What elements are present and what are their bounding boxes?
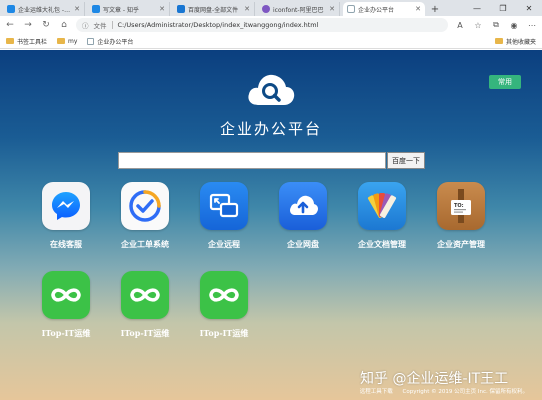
bookmarks-bar: 书签工具栏 my 企业办公平台 其他收藏夹: [0, 34, 542, 49]
search-button[interactable]: 百度一下: [387, 152, 425, 169]
page-content: 常用 企业办公平台 百度一下 在线客服 企业工单系统 企业远程 企业网盘 企业文…: [0, 50, 542, 400]
back-icon[interactable]: ←: [4, 19, 16, 31]
app-label: 企业文档管理: [358, 239, 406, 249]
app-label: 企业网盘: [287, 239, 319, 249]
profile-icon[interactable]: ◉: [508, 19, 520, 31]
address-bar: ← → ↻ ⌂ ⓘ 文件 C:/Users/Administrator/Desk…: [0, 16, 542, 34]
app-label: 企业远程: [208, 239, 240, 249]
url-divider: [111, 21, 113, 29]
app-ticket-system[interactable]: 企业工单系统: [110, 182, 180, 250]
read-aloud-icon[interactable]: A: [454, 19, 466, 31]
tab-favicon-icon: [177, 5, 185, 13]
app-document-management[interactable]: 企业文档管理: [347, 182, 417, 250]
tab-title: iconfont-阿里巴巴: [273, 6, 324, 14]
common-button[interactable]: 常用: [489, 75, 521, 89]
favorite-star-icon[interactable]: ☆: [472, 19, 484, 31]
bookmark-label: 书签工具栏: [17, 38, 48, 46]
app-label: ITop-IT运维: [199, 328, 249, 338]
tab-3[interactable]: iconfont-阿里巴巴 ✕: [258, 2, 340, 16]
app-label: 企业工单系统: [121, 239, 169, 249]
page-favicon-icon: [87, 37, 95, 45]
minimize-button[interactable]: —: [464, 0, 490, 16]
folder-icon: [6, 38, 14, 44]
app-label: ITop-IT运维: [120, 328, 170, 338]
close-icon[interactable]: ✕: [159, 5, 165, 13]
footer-download-link[interactable]: 远程工具下载: [360, 389, 393, 395]
messenger-icon[interactable]: [42, 182, 90, 230]
close-window-button[interactable]: ✕: [516, 0, 542, 16]
bookmark-label: 企业办公平台: [97, 38, 134, 46]
infinity-icon[interactable]: [121, 271, 169, 319]
tab-4[interactable]: 企业办公平台 ✕: [343, 2, 425, 16]
app-remote[interactable]: 企业远程: [189, 182, 259, 250]
search-input[interactable]: [118, 152, 386, 169]
new-tab-button[interactable]: +: [428, 2, 442, 16]
app-itop-2[interactable]: ITop-IT运维: [110, 271, 180, 339]
folder-icon: [494, 38, 503, 44]
color-palette-icon[interactable]: [358, 182, 406, 230]
close-icon[interactable]: ✕: [415, 5, 421, 13]
close-icon[interactable]: ✕: [244, 5, 250, 13]
todo-check-icon[interactable]: [121, 182, 169, 230]
other-bookmarks-folder[interactable]: 其他收藏夹: [494, 37, 536, 46]
tab-favicon-icon: [7, 5, 15, 13]
tab-0[interactable]: 企业运维大礼包 - 知 ✕: [3, 2, 85, 16]
close-icon[interactable]: ✕: [74, 5, 80, 13]
bookmark-my-folder[interactable]: my: [57, 38, 77, 45]
tab-2[interactable]: 百度网盘-全部文件 ✕: [173, 2, 255, 16]
cloud-upload-icon[interactable]: [279, 182, 327, 230]
cloud-search-logo-icon: [248, 74, 295, 105]
collections-icon[interactable]: ⧉: [490, 19, 502, 31]
app-asset-management[interactable]: TO: 企业资产管理: [426, 182, 496, 250]
close-icon[interactable]: ✕: [329, 5, 335, 13]
package-icon[interactable]: TO:: [437, 182, 485, 230]
forward-icon[interactable]: →: [22, 19, 34, 31]
tab-title: 写文章 - 知乎: [103, 6, 139, 14]
infinity-icon[interactable]: [200, 271, 248, 319]
screen-share-icon[interactable]: [200, 182, 248, 230]
tab-1[interactable]: 写文章 - 知乎 ✕: [88, 2, 170, 16]
page-title: 企业办公平台: [219, 120, 322, 138]
app-label: 企业资产管理: [437, 239, 485, 249]
bookmark-label: 其他收藏夹: [505, 38, 536, 46]
tab-title: 百度网盘-全部文件: [188, 6, 239, 14]
page-favicon-icon: [347, 5, 355, 13]
folder-icon: [57, 38, 66, 44]
app-online-service[interactable]: 在线客服: [31, 182, 101, 250]
tab-strip: 企业运维大礼包 - 知 ✕ 写文章 - 知乎 ✕ 百度网盘-全部文件 ✕ ico…: [0, 0, 542, 16]
maximize-button[interactable]: ❐: [490, 0, 516, 16]
bookmark-toolbar-folder[interactable]: 书签工具栏: [6, 37, 47, 46]
app-label: ITop-IT运维: [41, 328, 91, 338]
bookmark-platform[interactable]: 企业办公平台: [87, 37, 133, 46]
zhihu-watermark: 知乎 @企业运维-IT王工: [360, 371, 509, 387]
footer: 远程工具下载 Copyright © 2019 公司主页 Inc. 保留所有权利…: [0, 387, 542, 395]
tab-title: 企业运维大礼包 - 知: [18, 6, 72, 14]
more-menu-icon[interactable]: ⋯: [526, 19, 538, 31]
refresh-icon[interactable]: ↻: [40, 19, 52, 31]
svg-text:TO:: TO:: [454, 203, 464, 209]
file-label: 文件: [93, 22, 107, 30]
app-cloud-drive[interactable]: 企业网盘: [268, 182, 338, 250]
app-itop-3[interactable]: ITop-IT运维: [189, 271, 259, 339]
url-field[interactable]: ⓘ 文件 C:/Users/Administrator/Desktop/inde…: [76, 18, 448, 32]
infinity-icon[interactable]: [42, 271, 90, 319]
window-controls: — ❐ ✕: [464, 0, 542, 16]
tab-favicon-icon: [92, 5, 100, 13]
info-icon[interactable]: ⓘ: [82, 20, 89, 30]
bookmark-label: my: [68, 37, 78, 45]
url-text[interactable]: C:/Users/Administrator/Desktop/index_itw…: [118, 21, 319, 29]
tab-title: 企业办公平台: [358, 6, 395, 14]
app-itop-1[interactable]: ITop-IT运维: [31, 271, 101, 339]
tab-favicon-icon: [262, 5, 270, 13]
footer-copyright: Copyright © 2019 公司主页 Inc. 保留所有权利。: [402, 389, 529, 395]
home-icon[interactable]: ⌂: [58, 19, 70, 31]
app-label: 在线客服: [50, 239, 82, 249]
